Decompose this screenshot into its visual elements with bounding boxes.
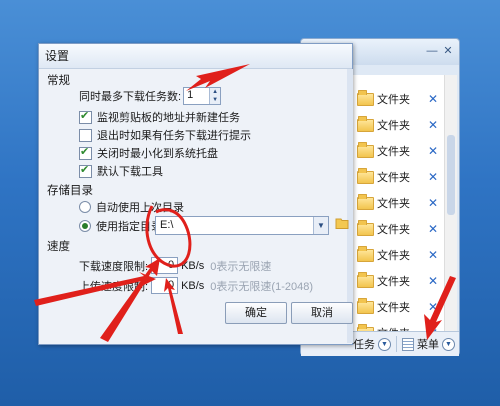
folder-icon [357, 89, 374, 106]
scroll-thumb[interactable] [447, 135, 455, 215]
browse-folder-icon[interactable] [335, 216, 349, 230]
folder-icon [357, 115, 374, 132]
upload-limit-label: 上传速度限制: [79, 280, 149, 293]
menu-icon [402, 337, 414, 351]
radio-icon[interactable] [79, 220, 91, 232]
radio-custom-dir[interactable]: 使用指定目录 [79, 218, 162, 234]
option-exit-prompt[interactable]: 退出时如果有任务下载进行提示 [79, 127, 251, 143]
delete-icon[interactable]: ✕ [428, 92, 438, 106]
folder-icon [357, 219, 374, 236]
delete-icon[interactable]: ✕ [428, 222, 438, 236]
checkbox-icon[interactable] [79, 109, 92, 124]
option-minimize-tray[interactable]: 关闭时最小化到系统托盘 [79, 145, 218, 161]
stepper-arrows-icon[interactable]: ▲ ▼ [209, 88, 221, 104]
list-item[interactable]: 文件夹✕ [357, 89, 438, 107]
folder-icon [357, 271, 374, 288]
minimize-icon[interactable]: — [425, 45, 439, 57]
list-item[interactable]: 文件夹✕ [357, 193, 438, 211]
download-limit-label: 下载速度限制: [79, 260, 149, 273]
dialog-title: 设置 [39, 44, 352, 69]
menu-button[interactable]: 菜单 ▼ [402, 336, 455, 352]
folder-icon [357, 141, 374, 158]
folder-icon [357, 297, 374, 314]
download-unit: KB/s [181, 259, 205, 272]
folder-icon [357, 193, 374, 210]
upload-limit-input[interactable]: 0 [151, 277, 179, 294]
delete-icon[interactable]: ✕ [428, 274, 438, 288]
folder-icon [357, 167, 374, 184]
max-tasks-stepper[interactable]: 1 ▲ ▼ [183, 87, 222, 105]
speed-heading: 速度 [47, 241, 70, 253]
checkbox-icon[interactable] [79, 145, 92, 160]
folder-list: 文件夹 ✕ 文件夹 ✕ 文件夹 ✕ 文件夹 ✕ 文件夹 ✕ 文件夹 ✕ 文件夹 ✕ 文件夹 ✕ … [351, 75, 447, 340]
option-default-tool[interactable]: 默认下载工具 [79, 163, 163, 179]
chevron-down-icon: ▼ [442, 337, 455, 351]
directory-value: E:\ [160, 219, 174, 231]
max-tasks-label: 同时最多下载任务数: [79, 91, 182, 103]
chevron-down-icon: ▼ [378, 337, 391, 351]
vertical-scrollbar[interactable] [444, 75, 457, 335]
directory-combobox[interactable]: E:\ ▼ [155, 216, 329, 235]
chevron-down-icon[interactable]: ▼ [313, 217, 328, 234]
upload-unit: KB/s [181, 279, 205, 292]
checkbox-icon[interactable] [79, 128, 92, 142]
checkbox-icon[interactable] [79, 163, 92, 178]
upload-limit-row: 上传速度限制: 0 KB/s 0表示无限速(1-2048) [79, 277, 313, 294]
radio-auto-dir[interactable]: 自动使用上次目录 [79, 199, 184, 215]
list-item[interactable]: 文件夹✕ [357, 115, 438, 133]
list-item[interactable]: 文件夹✕ [357, 141, 438, 159]
settings-dialog: 设置 常规 同时最多下载任务数: 1 ▲▼ 监视剪贴板的地址并新建任务 退出时如… [38, 43, 353, 345]
option-clipboard[interactable]: 监视剪贴板的地址并新建任务 [79, 109, 240, 125]
list-item[interactable]: 文件夹✕ [357, 167, 438, 185]
close-icon[interactable]: ✕ [441, 45, 455, 57]
list-item[interactable]: 文件夹✕ [357, 245, 438, 263]
delete-icon[interactable]: ✕ [428, 196, 438, 210]
folder-icon [357, 245, 374, 262]
delete-icon[interactable]: ✕ [428, 144, 438, 158]
list-item[interactable]: 文件夹✕ [357, 271, 438, 289]
download-limit-input[interactable]: 0 [151, 257, 179, 274]
download-limit-row: 下载速度限制: 0 KB/s 0表示无限速 [79, 257, 271, 274]
ok-button[interactable]: 确定 [225, 302, 287, 324]
download-hint: 0表示无限速 [210, 260, 272, 273]
radio-icon[interactable] [79, 201, 91, 213]
list-item[interactable]: 文件夹✕ [357, 297, 438, 315]
delete-icon[interactable]: ✕ [428, 170, 438, 184]
general-heading: 常规 [47, 75, 70, 87]
tasks-button[interactable]: 任务 ▼ [353, 336, 391, 352]
max-tasks-value: 1 [187, 89, 194, 101]
upload-hint: 0表示无限速(1-2048) [210, 280, 313, 293]
delete-icon[interactable]: ✕ [428, 248, 438, 262]
cancel-button[interactable]: 取消 [291, 302, 353, 324]
max-tasks-row: 同时最多下载任务数: 1 ▲ ▼ [79, 87, 222, 105]
delete-icon[interactable]: ✕ [428, 118, 438, 132]
toolbar-divider [396, 336, 397, 352]
list-item[interactable]: 文件夹✕ [357, 219, 438, 237]
storage-heading: 存储目录 [47, 185, 93, 197]
delete-icon[interactable]: ✕ [428, 300, 438, 314]
